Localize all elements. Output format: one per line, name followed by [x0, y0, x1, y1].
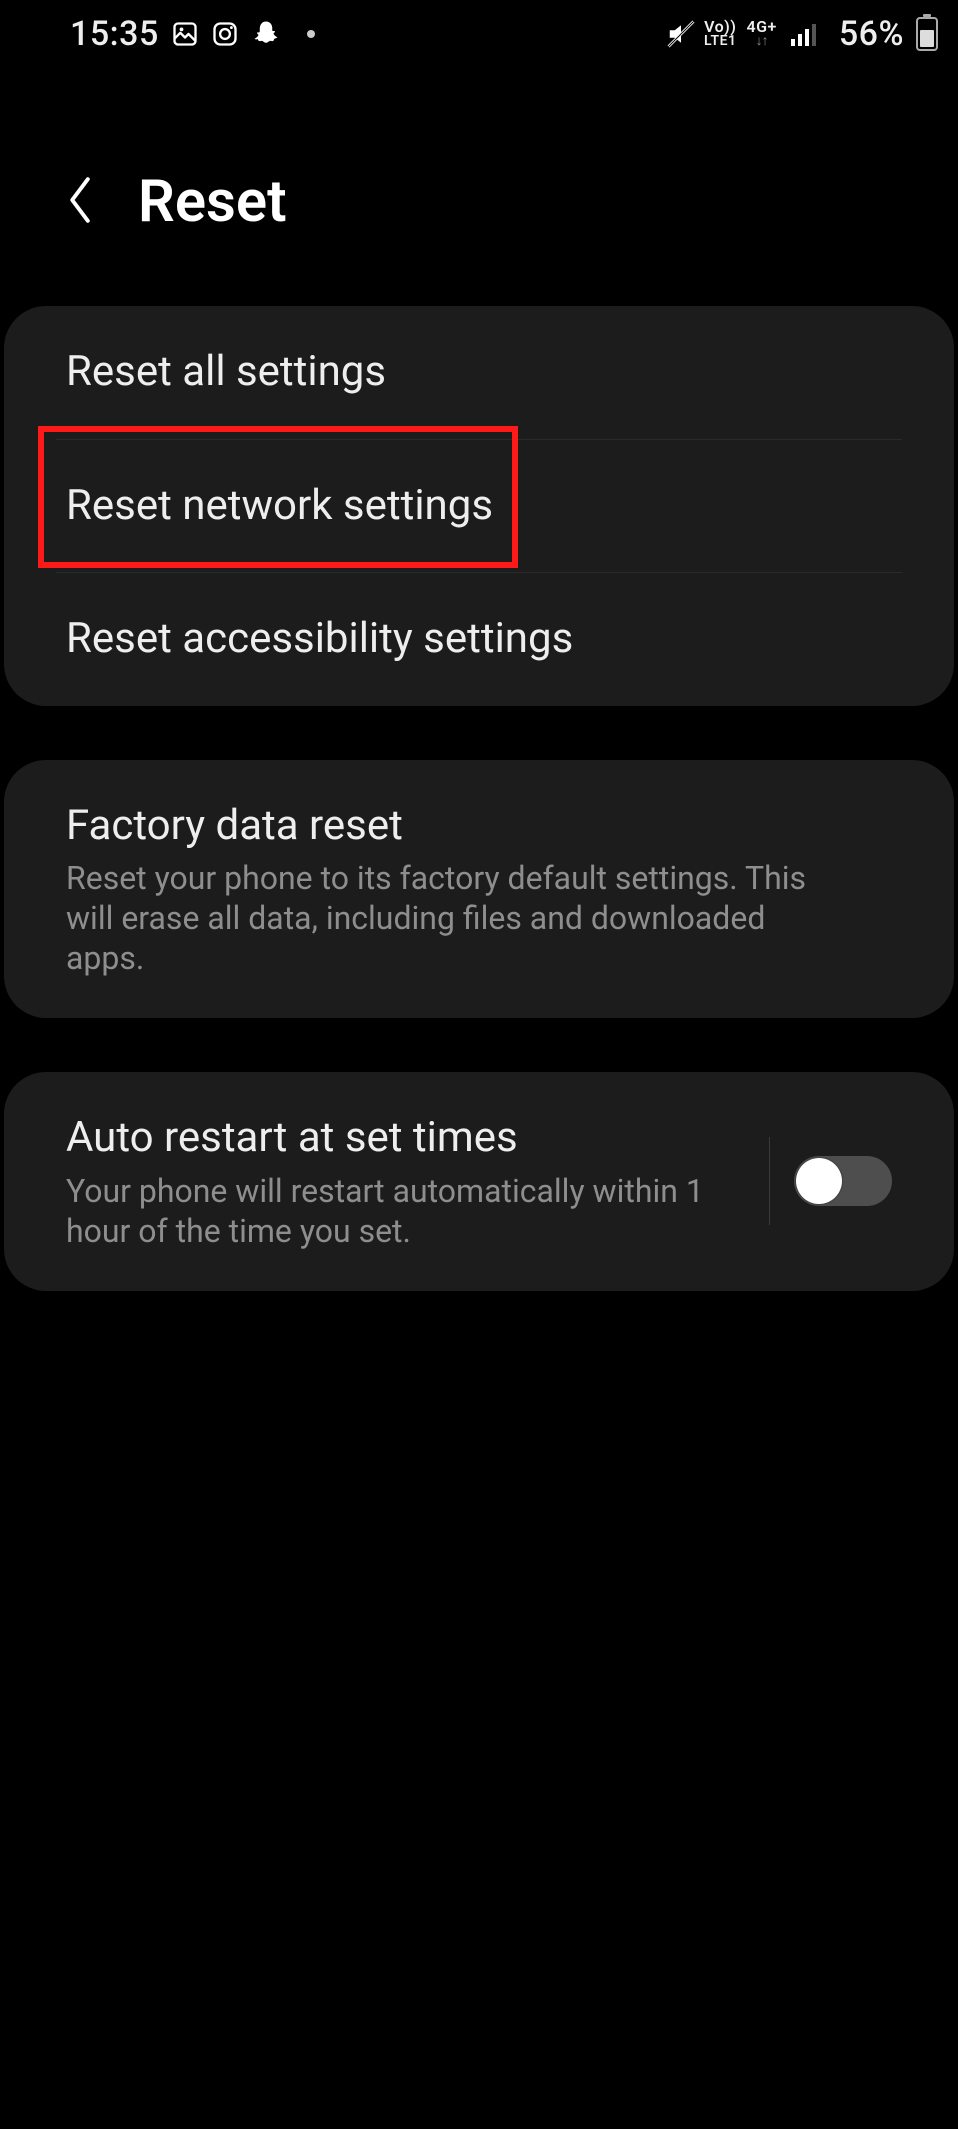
- reset-all-settings-row[interactable]: Reset all settings: [4, 306, 954, 439]
- row-subtitle: Reset your phone to its factory default …: [66, 858, 826, 978]
- mute-icon: [666, 19, 696, 49]
- status-right: Vo)) LTE1 4G+ ↓↑ 56%: [666, 14, 938, 54]
- network-type-indicator: 4G+ ↓↑: [746, 20, 776, 48]
- factory-data-reset-row[interactable]: Factory data reset Reset your phone to i…: [4, 760, 954, 1019]
- data-arrows: ↓↑: [756, 34, 768, 48]
- auto-restart-toggle[interactable]: [794, 1156, 892, 1206]
- gallery-icon: [171, 20, 199, 48]
- snapchat-icon: [251, 19, 281, 49]
- settings-main: Reset all settings Reset network setting…: [0, 306, 958, 1345]
- page-header: Reset: [0, 68, 958, 306]
- volte-bottom: LTE1: [704, 34, 736, 48]
- battery-icon: [916, 17, 938, 51]
- vertical-divider: [769, 1137, 770, 1225]
- reset-network-settings-row[interactable]: Reset network settings: [4, 440, 954, 573]
- row-title: Reset accessibility settings: [66, 613, 892, 666]
- reset-accessibility-settings-row[interactable]: Reset accessibility settings: [4, 573, 954, 706]
- row-subtitle: Your phone will restart automatically wi…: [66, 1171, 706, 1251]
- more-notifications-dot: [307, 30, 315, 38]
- back-icon[interactable]: [62, 174, 98, 230]
- row-title: Factory data reset: [66, 800, 892, 853]
- auto-restart-group: Auto restart at set times Your phone wil…: [4, 1072, 954, 1291]
- instagram-icon: [211, 20, 239, 48]
- toggle-knob: [796, 1158, 842, 1204]
- reset-options-group: Reset all settings Reset network setting…: [4, 306, 954, 706]
- page-title: Reset: [138, 168, 287, 236]
- volte-top: Vo)): [704, 20, 736, 34]
- row-title: Auto restart at set times: [66, 1112, 745, 1165]
- network-type: 4G+: [746, 20, 776, 34]
- status-bar: 15:35: [0, 0, 958, 68]
- row-title: Reset network settings: [66, 480, 892, 533]
- volte-indicator: Vo)) LTE1: [704, 20, 736, 48]
- auto-restart-row[interactable]: Auto restart at set times Your phone wil…: [4, 1072, 954, 1291]
- battery-percentage: 56%: [839, 14, 904, 54]
- status-left: 15:35: [70, 14, 315, 54]
- clock: 15:35: [70, 14, 159, 54]
- signal-icon: [791, 22, 819, 46]
- row-title: Reset all settings: [66, 346, 892, 399]
- factory-reset-group: Factory data reset Reset your phone to i…: [4, 760, 954, 1019]
